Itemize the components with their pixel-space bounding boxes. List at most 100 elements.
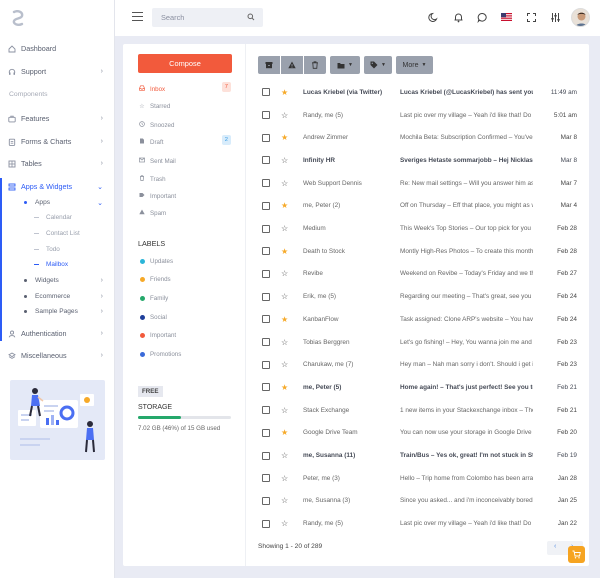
sidebar-subitem-ecommerce[interactable]: Ecommerce › [24, 293, 106, 300]
sidebar-subitem-contact-list[interactable]: Contact List [34, 230, 80, 237]
star-icon[interactable]: ★ [281, 247, 288, 256]
label-important[interactable]: Important [140, 332, 176, 339]
compose-button[interactable]: Compose [138, 54, 232, 73]
search-input[interactable]: Search [161, 13, 184, 22]
email-row[interactable]: ☆ Peter, me (3) Hello – Trip home from Col… [258, 467, 578, 490]
folder-spam[interactable]: Spam [139, 209, 231, 217]
email-row[interactable]: ☆ Randy, me (5) Last pic over my village –… [258, 104, 578, 127]
folder-important[interactable]: Important [139, 192, 231, 200]
delete-button[interactable] [304, 56, 326, 74]
sidebar-item-forms-charts[interactable]: Forms & Charts › [8, 137, 107, 146]
sidebar-item-authentication[interactable]: Authentication › [8, 329, 107, 338]
select-checkbox[interactable] [262, 360, 270, 369]
settings-sliders-icon[interactable] [549, 11, 561, 23]
email-row[interactable]: ★ KanbanFlow Task assigned: Clone ARP's we… [258, 308, 578, 331]
email-row[interactable]: ☆ Stack Exchange 1 new items in your Stack… [258, 399, 578, 422]
star-icon[interactable]: ★ [281, 315, 288, 324]
select-checkbox[interactable] [262, 111, 270, 120]
email-row[interactable]: ☆ Charukaw, me (7) Hey man – Nah man sorry… [258, 353, 578, 376]
email-row[interactable]: ★ Death to Stock Montly High-Res Photos – … [258, 240, 578, 263]
app-logo[interactable] [11, 10, 25, 28]
select-checkbox[interactable] [262, 224, 270, 233]
report-spam-button[interactable] [281, 56, 303, 74]
select-checkbox[interactable] [262, 406, 270, 415]
select-checkbox[interactable] [262, 88, 270, 97]
move-to-folder-dropdown[interactable]: ▼ [330, 56, 360, 74]
email-row[interactable]: ☆ Randy, me (5) Last pic over my village –… [258, 512, 578, 535]
star-icon[interactable]: ☆ [281, 360, 288, 369]
star-icon[interactable]: ☆ [281, 156, 288, 165]
star-icon[interactable]: ☆ [281, 406, 288, 415]
star-icon[interactable]: ☆ [281, 338, 288, 347]
star-icon[interactable]: ☆ [281, 519, 288, 528]
select-checkbox[interactable] [262, 428, 270, 437]
label-social[interactable]: Social [140, 314, 167, 321]
email-row[interactable]: ☆ me, Susanna (3) Since you asked... and i… [258, 490, 578, 513]
select-checkbox[interactable] [262, 451, 270, 460]
email-row[interactable]: ★ Andrew Zimmer Mochila Beta: Subscription… [258, 126, 578, 149]
more-dropdown[interactable]: More ▼ [396, 56, 433, 74]
prev-page-button[interactable]: ‹ [554, 543, 556, 550]
select-checkbox[interactable] [262, 292, 270, 301]
email-row[interactable]: ☆ me, Susanna (11) Train/Bus – Yes ok, gre… [258, 444, 578, 467]
bell-icon[interactable] [452, 11, 464, 23]
sidebar-subitem-calendar[interactable]: Calendar [34, 214, 72, 221]
sidebar-item-apps-widgets[interactable]: Apps & Widgets ⌄ [8, 182, 107, 191]
sidebar-subitem-mailbox[interactable]: Mailbox [34, 261, 68, 268]
select-checkbox[interactable] [262, 383, 270, 392]
folder-snoozed[interactable]: Snoozed [139, 121, 231, 129]
search-box[interactable]: Search [152, 8, 263, 27]
sidebar-subitem-sample-pages[interactable]: Sample Pages › [24, 308, 106, 315]
sidebar-item-support[interactable]: Support › [8, 67, 107, 76]
hamburger-menu-icon[interactable] [132, 12, 143, 22]
email-row[interactable]: ☆ Revibe Weekend on Revibe – Today's Frida… [258, 263, 578, 286]
star-icon[interactable]: ★ [281, 428, 288, 437]
archive-button[interactable] [258, 56, 280, 74]
select-checkbox[interactable] [262, 496, 270, 505]
folder-sent-mail[interactable]: Sent Mail [139, 157, 231, 165]
email-row[interactable]: ☆ Infinity HR Sveriges Hetaste sommarjobb … [258, 149, 578, 172]
avatar[interactable] [571, 8, 590, 27]
folder-inbox[interactable]: Inbox 7 [139, 82, 231, 93]
label-family[interactable]: Family [140, 295, 168, 302]
email-row[interactable]: ★ me, Peter (2) Off on Thursday – Eff that… [258, 195, 578, 218]
shopping-cart-button[interactable] [568, 546, 585, 563]
email-row[interactable]: ★ me, Peter (5) Home again! – That's just … [258, 376, 578, 399]
star-icon[interactable]: ☆ [281, 474, 288, 483]
star-icon[interactable]: ☆ [281, 224, 288, 233]
star-icon[interactable]: ☆ [281, 269, 288, 278]
select-checkbox[interactable] [262, 519, 270, 528]
star-icon[interactable]: ★ [281, 201, 288, 210]
label-friends[interactable]: Friends [140, 276, 171, 283]
sidebar-item-features[interactable]: Features › [8, 114, 107, 123]
folder-trash[interactable]: Trash [139, 175, 231, 183]
sidebar-item-miscellaneous[interactable]: Miscellaneous › [8, 351, 107, 360]
select-checkbox[interactable] [262, 179, 270, 188]
email-row[interactable]: ☆ Tobias Berggren Let's go fishing! – Hey,… [258, 331, 578, 354]
label-promotions[interactable]: Promotions [140, 351, 181, 358]
email-row[interactable]: ★ Google Drive Team You can now use your s… [258, 422, 578, 445]
search-icon[interactable] [247, 13, 255, 23]
email-row[interactable]: ☆ Web Support Dennis Re: New mail settings… [258, 172, 578, 195]
select-checkbox[interactable] [262, 315, 270, 324]
star-icon[interactable]: ★ [281, 133, 288, 142]
moon-icon[interactable] [427, 11, 439, 23]
star-icon[interactable]: ☆ [281, 451, 288, 460]
select-checkbox[interactable] [262, 474, 270, 483]
fullscreen-icon[interactable] [525, 11, 537, 23]
select-checkbox[interactable] [262, 338, 270, 347]
sidebar-item-dashboard[interactable]: Dashboard [8, 44, 107, 53]
sidebar-subitem-apps[interactable]: Apps ⌄ [24, 199, 106, 207]
star-icon[interactable]: ★ [281, 88, 288, 97]
star-icon[interactable]: ☆ [281, 292, 288, 301]
us-flag-icon[interactable] [500, 11, 512, 23]
star-icon[interactable]: ☆ [281, 179, 288, 188]
select-checkbox[interactable] [262, 156, 270, 165]
folder-draft[interactable]: Draft 2 [139, 135, 231, 146]
star-icon[interactable]: ☆ [281, 496, 288, 505]
folder-starred[interactable]: ☆ Starred [139, 103, 231, 110]
select-checkbox[interactable] [262, 133, 270, 142]
sidebar-subitem-todo[interactable]: Todo [34, 246, 60, 253]
select-checkbox[interactable] [262, 247, 270, 256]
select-checkbox[interactable] [262, 269, 270, 278]
